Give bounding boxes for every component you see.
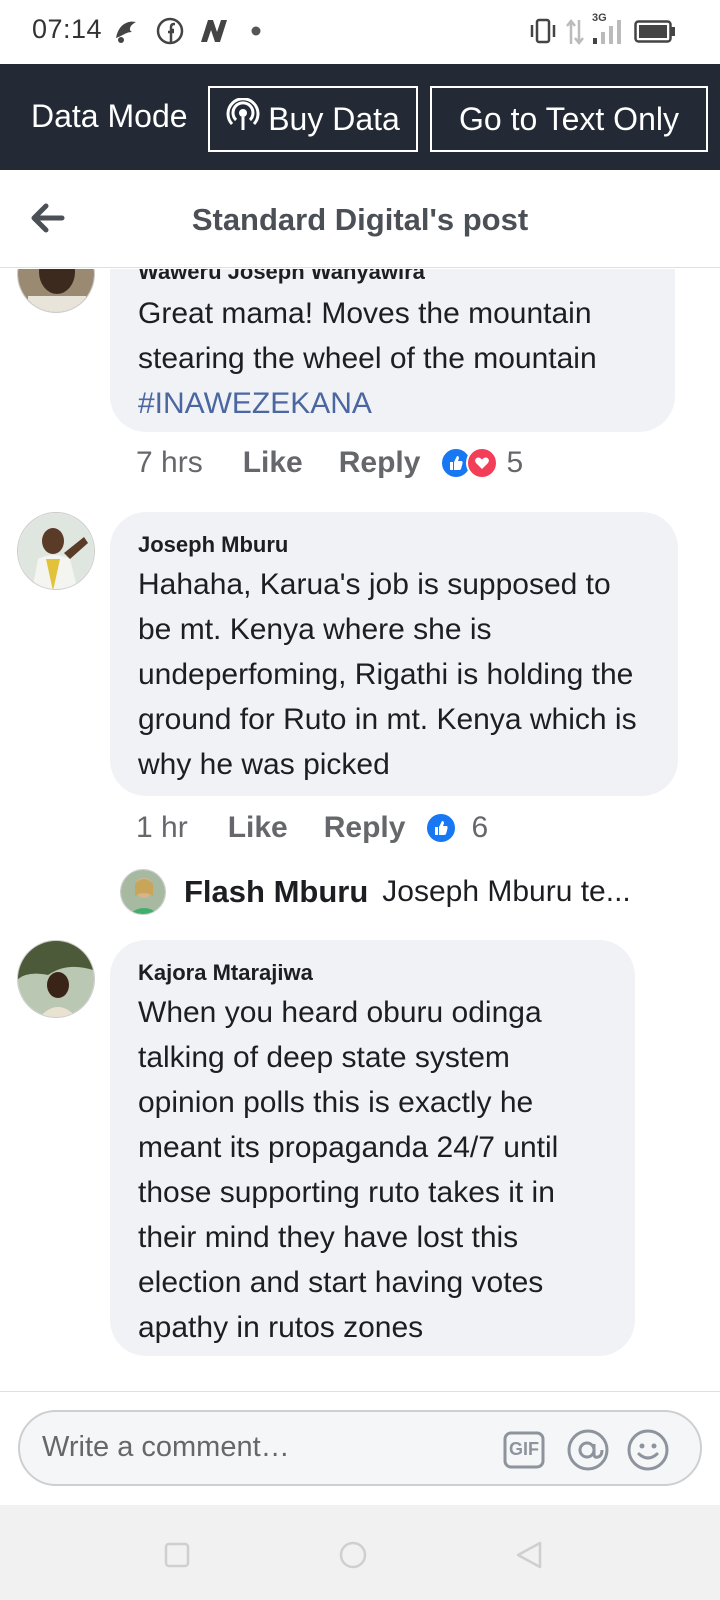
reply-button[interactable]: Reply xyxy=(339,446,421,480)
data-transfer-icon xyxy=(564,16,586,53)
data-mode-label: Data Mode xyxy=(31,98,188,134)
home-icon[interactable] xyxy=(338,1540,368,1575)
gif-label: GIF xyxy=(509,1439,539,1459)
comment-bubble: Waweru Joseph Wanyawira Great mama! Move… xyxy=(110,269,675,432)
comments-list: Waweru Joseph Wanyawira Great mama! Move… xyxy=(0,269,720,1391)
comment-author[interactable]: Kajora Mtarajiwa xyxy=(138,956,607,990)
facebook-notification-icon xyxy=(156,16,184,51)
post-header: Standard Digital's post xyxy=(0,170,720,268)
like-button[interactable]: Like xyxy=(228,811,288,845)
reply-preview[interactable]: Flash Mburu Joseph Mburu te... xyxy=(120,869,680,915)
status-time: 07:14 xyxy=(32,14,103,44)
reaction-count: 6 xyxy=(471,811,489,844)
commenter-avatar[interactable] xyxy=(17,269,95,313)
love-reaction-icon xyxy=(466,447,499,479)
reply-button[interactable]: Reply xyxy=(324,811,406,845)
like-button[interactable]: Like xyxy=(243,446,303,480)
vibrate-icon xyxy=(528,16,558,53)
comment-bubble: Joseph Mburu Hahaha, Karua's job is supp… xyxy=(110,512,678,796)
broadcast-icon xyxy=(226,97,260,140)
status-bar: 07:14 3G xyxy=(0,0,720,64)
comment-meta: 7 hrs Like Reply 5 xyxy=(136,446,523,480)
comment-text: When you heard oburu odinga talking of d… xyxy=(138,996,559,1344)
reply-avatar xyxy=(120,869,166,915)
reply-snippet: Joseph Mburu te... xyxy=(382,875,631,908)
reaction-count: 5 xyxy=(506,446,524,479)
comment-bubble: Kajora Mtarajiwa When you heard oburu od… xyxy=(110,940,635,1356)
system-nav-bar xyxy=(0,1505,720,1600)
recent-apps-icon[interactable] xyxy=(164,1542,190,1573)
data-mode-bar: Data Mode Buy Data Go to Text Only xyxy=(0,64,720,170)
comment-text: Hahaha, Karua's job is supposed to be mt… xyxy=(138,568,637,781)
comment-input-placeholder: Write a comment… xyxy=(42,1431,290,1463)
commenter-avatar[interactable] xyxy=(17,512,95,590)
reply-author: Flash Mburu xyxy=(184,874,369,909)
network-type-label: 3G xyxy=(592,12,607,24)
mention-icon[interactable] xyxy=(566,1428,610,1472)
comment-time[interactable]: 7 hrs xyxy=(136,446,203,480)
comment-author[interactable]: Joseph Mburu xyxy=(138,528,650,562)
comment-author[interactable]: Waweru Joseph Wanyawira xyxy=(138,269,647,289)
app-notification-icon xyxy=(112,16,140,51)
comment-meta: 1 hr Like Reply 6 xyxy=(136,811,488,845)
more-notifications-dot-icon xyxy=(250,24,262,42)
comment-time[interactable]: 1 hr xyxy=(136,811,188,845)
comment-composer: Write a comment… GIF xyxy=(0,1391,720,1505)
buy-data-label: Buy Data xyxy=(268,100,400,137)
battery-icon xyxy=(634,20,676,49)
n-app-notification-icon xyxy=(198,16,230,51)
reactions-summary[interactable]: 6 xyxy=(425,811,488,845)
comment-input[interactable]: Write a comment… GIF xyxy=(18,1410,702,1486)
reactions-summary[interactable]: 5 xyxy=(440,446,523,480)
text-only-label: Go to Text Only xyxy=(459,100,679,137)
comment-text: Great mama! Moves the mountain stearing … xyxy=(138,297,597,375)
emoji-icon[interactable] xyxy=(626,1428,670,1472)
hashtag-link[interactable]: #INAWEZEKANA xyxy=(138,387,372,420)
text-only-button[interactable]: Go to Text Only xyxy=(430,86,708,152)
signal-3g-icon: 3G xyxy=(590,12,628,51)
gif-icon[interactable]: GIF xyxy=(502,1428,546,1472)
commenter-avatar[interactable] xyxy=(17,940,95,1018)
page-title: Standard Digital's post xyxy=(191,202,529,237)
buy-data-button[interactable]: Buy Data xyxy=(208,86,418,152)
like-reaction-icon xyxy=(425,812,458,844)
back-nav-icon[interactable] xyxy=(514,1540,544,1575)
